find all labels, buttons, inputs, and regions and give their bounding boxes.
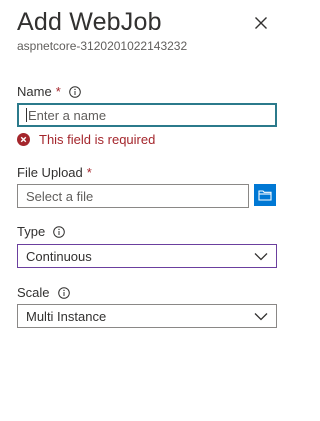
type-selected-value: Continuous	[26, 248, 92, 264]
browse-file-button[interactable]	[254, 184, 276, 206]
scale-dropdown[interactable]: Multi Instance	[17, 304, 277, 328]
close-icon	[255, 17, 267, 29]
info-icon[interactable]	[53, 226, 65, 238]
close-button[interactable]	[250, 12, 272, 34]
panel-subtitle: aspnetcore-3120201022143232	[17, 39, 188, 53]
error-icon	[17, 133, 30, 146]
folder-icon	[258, 190, 272, 201]
scale-selected-value: Multi Instance	[26, 308, 107, 324]
type-label-row: Type	[17, 224, 65, 240]
text-caret	[26, 108, 27, 122]
info-icon[interactable]	[68, 86, 81, 98]
required-mark: *	[55, 84, 61, 99]
panel-title: Add WebJob	[17, 8, 162, 36]
error-text: This field is required	[39, 132, 156, 147]
name-label-row: Name *	[17, 84, 81, 100]
name-error-message: This field is required	[17, 132, 155, 147]
name-label: Name	[17, 84, 52, 99]
file-upload-label: File Upload	[17, 165, 83, 180]
scale-label-row: Scale	[17, 285, 70, 301]
type-label: Type	[17, 224, 46, 239]
add-webjob-panel: Add WebJob aspnetcore-3120201022143232 N…	[0, 0, 291, 421]
name-input-placeholder: Enter a name	[28, 107, 107, 123]
file-upload-label-row: File Upload *	[17, 165, 92, 181]
file-select-placeholder: Select a file	[26, 188, 94, 204]
required-mark: *	[86, 165, 92, 180]
type-dropdown[interactable]: Continuous	[17, 244, 277, 268]
file-select-input[interactable]: Select a file	[17, 184, 249, 208]
scale-label: Scale	[17, 285, 50, 300]
chevron-down-icon	[254, 252, 268, 260]
chevron-down-icon	[254, 312, 268, 320]
name-input[interactable]: Enter a name	[17, 103, 277, 127]
info-icon[interactable]	[57, 287, 70, 299]
